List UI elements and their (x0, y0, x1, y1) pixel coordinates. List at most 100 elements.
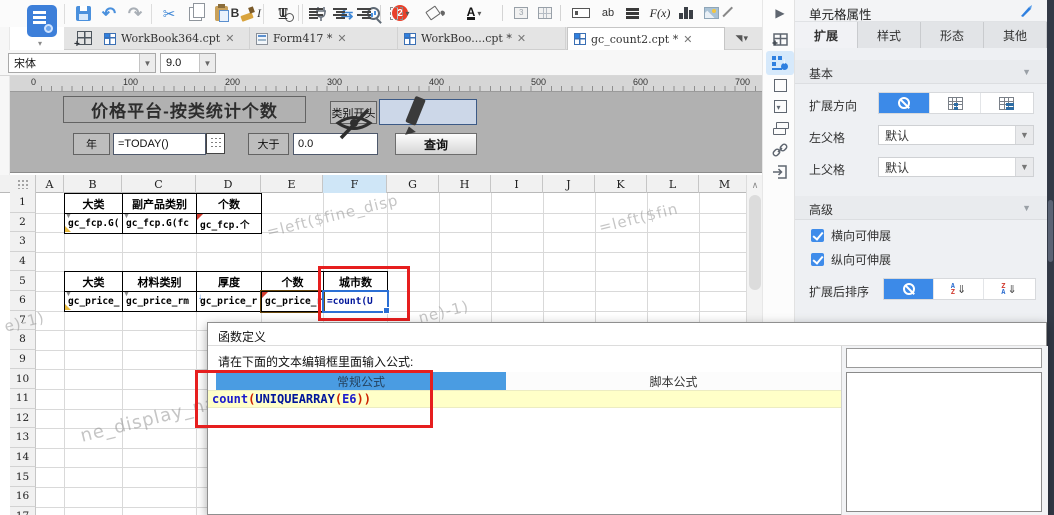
cell-B2[interactable]: gc_fcp.G( (64, 213, 123, 234)
cell-C2[interactable]: gc_fcp.G(fc (122, 213, 197, 234)
cell-B5[interactable]: 大类 (64, 271, 123, 292)
row-header-12[interactable]: 12 (10, 408, 36, 429)
section-basic[interactable]: 基本 ▼ (795, 60, 1047, 84)
row-header-2[interactable]: 2 (10, 212, 36, 233)
border-button[interactable]: ▾ (388, 3, 412, 23)
cell-C1[interactable]: 副产品类别 (122, 193, 197, 214)
row-header-13[interactable]: 13 (10, 428, 36, 448)
formula-button[interactable]: F(x) (646, 3, 674, 23)
close-tab-icon[interactable]: ✕ (683, 33, 692, 46)
column-header-I[interactable]: I (491, 175, 543, 193)
chevron-down-icon[interactable]: ▼ (1015, 126, 1033, 144)
column-header-C[interactable]: C (122, 175, 196, 193)
underline-button[interactable]: U (274, 3, 292, 23)
row-header-3[interactable]: 3 (10, 232, 36, 252)
column-header-A[interactable]: A (36, 175, 64, 193)
tab-list-dropdown-icon[interactable]: ◥ (736, 33, 748, 44)
scroll-up-icon[interactable]: ∧ (747, 177, 763, 193)
chevron-down-icon[interactable]: ▼ (1015, 158, 1033, 176)
pin-edit-icon[interactable] (1019, 4, 1033, 18)
text-button[interactable]: ab (598, 3, 618, 23)
close-tab-icon[interactable]: ✕ (337, 32, 346, 45)
condition-attributes-icon[interactable] (770, 119, 790, 137)
tab-form[interactable]: 形态 (921, 22, 984, 48)
row-header-1[interactable]: 1 (10, 193, 36, 213)
sort-desc-button[interactable]: Z A ⇓ (984, 279, 1034, 299)
cell-D1[interactable]: 个数 (196, 193, 262, 214)
align-center-button[interactable] (330, 3, 350, 23)
row-header-15[interactable]: 15 (10, 467, 36, 487)
tab-form417[interactable]: Form417 * ✕ (250, 27, 398, 50)
cell-E5[interactable]: 个数 (261, 271, 324, 292)
column-header-E[interactable]: E (261, 175, 323, 193)
tab-style[interactable]: 样式 (858, 22, 921, 48)
close-tab-icon[interactable]: ✕ (225, 32, 234, 45)
cell-B1[interactable]: 大类 (64, 193, 123, 214)
bold-button[interactable]: B (226, 3, 244, 23)
param-op-label[interactable]: 大于 (248, 133, 289, 155)
row-header-9[interactable]: 9 (10, 349, 36, 370)
cell-B6[interactable]: gc_price_ (64, 291, 123, 312)
tab-gc-count2-active[interactable]: gc_count2.cpt * ✕ (567, 27, 725, 50)
row-header-14[interactable]: 14 (10, 447, 36, 468)
column-header-L[interactable]: L (647, 175, 699, 193)
select-all-corner[interactable] (10, 175, 36, 193)
column-header-J[interactable]: J (543, 175, 595, 193)
chevron-down-icon[interactable]: ▼ (139, 54, 155, 72)
cut-button[interactable]: ✂ (158, 3, 180, 24)
column-header-K[interactable]: K (595, 175, 647, 193)
tab-workbook364[interactable]: WorkBook364.cpt ✕ (98, 27, 250, 50)
cell-C5[interactable]: 材料类别 (122, 271, 197, 292)
align-left-button[interactable] (306, 3, 326, 23)
expand-horizontal-button[interactable] (981, 93, 1032, 113)
expand-vertical-button[interactable] (930, 93, 981, 113)
sort-none-button[interactable] (884, 279, 934, 299)
checkbox-checked-icon[interactable] (811, 229, 824, 242)
row-header-10[interactable]: 10 (10, 369, 36, 389)
merge-cells-button[interactable] (510, 3, 532, 23)
collapse-panel-icon[interactable]: ▶ (770, 4, 790, 22)
undo-button[interactable]: ↶ (98, 3, 120, 24)
cell-D2[interactable]: gc_fcp.个 (196, 213, 262, 234)
float-element-icon[interactable] (770, 76, 790, 94)
cell-element-icon[interactable] (770, 30, 790, 48)
font-size-combo[interactable]: 9.0 ▼ (160, 53, 216, 73)
italic-button[interactable]: I (250, 3, 268, 23)
row-header-6[interactable]: 6 (10, 291, 36, 311)
v-expandable-checkbox[interactable]: 纵向可伸展 (811, 251, 891, 268)
template-gallery-caret-icon[interactable]: ▾ (38, 39, 42, 48)
row-header-11[interactable]: 11 (10, 389, 36, 409)
dialog-titlebar[interactable] (208, 323, 1046, 346)
param-year-label[interactable]: 年 (73, 133, 110, 155)
text-widget-button[interactable] (568, 3, 594, 23)
cell-D5[interactable]: 厚度 (196, 271, 262, 292)
scrollbar-thumb[interactable] (749, 195, 761, 290)
tab-script-formula[interactable]: 脚本公式 (506, 372, 841, 390)
fill-color-button[interactable]: ▾ (424, 3, 448, 23)
export-attributes-icon[interactable] (770, 163, 790, 181)
cell-C6[interactable]: gc_price_rm (122, 291, 197, 312)
param-title-label[interactable]: 价格平台-按类统计个数 (63, 96, 306, 123)
template-gallery-icon[interactable] (27, 5, 57, 37)
new-template-icon[interactable] (74, 31, 92, 50)
row-header-4[interactable]: 4 (10, 251, 36, 272)
column-header-B[interactable]: B (64, 175, 122, 193)
widget-settings-icon[interactable] (770, 97, 790, 115)
cell-attributes-icon-active[interactable] (766, 51, 794, 75)
font-family-combo[interactable]: 宋体 ▼ (8, 53, 156, 73)
column-header-D[interactable]: D (196, 175, 261, 193)
left-parent-select[interactable]: 默认 ▼ (878, 125, 1034, 145)
tab-expand[interactable]: 扩展 (795, 22, 858, 48)
function-search-input[interactable] (846, 348, 1042, 368)
section-advanced[interactable]: 高级 ▼ (795, 196, 1047, 220)
image-button[interactable] (700, 3, 722, 23)
font-color-button[interactable]: A ▾ (462, 3, 486, 23)
redo-button[interactable]: ↷ (124, 3, 146, 24)
function-list[interactable] (846, 372, 1042, 512)
sort-asc-button[interactable]: A Z ⇓ (934, 279, 984, 299)
param-year-input[interactable]: =TODAY() (113, 133, 206, 155)
align-right-button[interactable] (354, 3, 374, 23)
chevron-down-icon[interactable]: ▼ (199, 54, 215, 72)
expand-none-button[interactable] (879, 93, 930, 113)
row-header-16[interactable]: 16 (10, 487, 36, 507)
